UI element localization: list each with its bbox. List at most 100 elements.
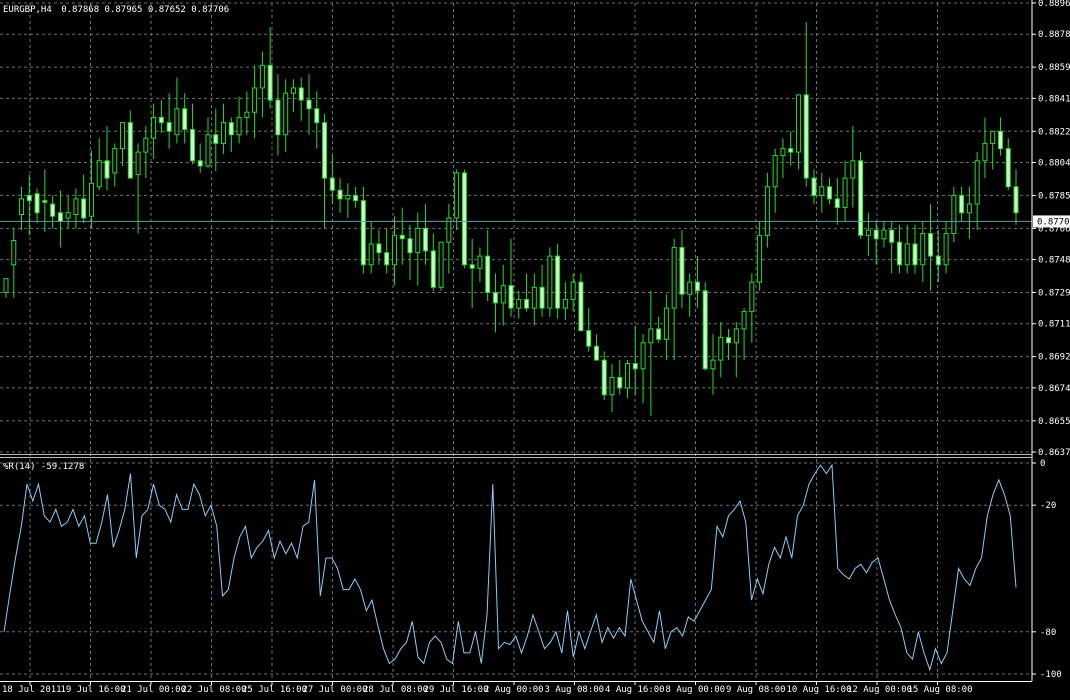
- candle-bull: [757, 234, 763, 283]
- candle-bull: [345, 194, 351, 200]
- time-tick-label: 9 Aug 08:00: [726, 685, 786, 695]
- time-tick-label: 29 Jul 16:00: [424, 685, 489, 695]
- time-tick-label: 2 Aug 00:00: [484, 685, 544, 695]
- time-tick-label: 18 Jul 2011: [2, 685, 62, 695]
- candle-bull: [283, 92, 289, 136]
- candle-bull: [819, 186, 825, 196]
- candle-bull: [438, 241, 444, 288]
- candle-bull: [966, 203, 972, 214]
- candle-bear: [834, 198, 840, 209]
- candle-bull: [151, 116, 157, 139]
- candle-bear: [267, 64, 273, 101]
- candle-bull: [73, 198, 79, 215]
- candle-bear: [586, 330, 592, 347]
- candle-bear: [461, 172, 467, 266]
- candle-bull: [625, 363, 631, 389]
- candle-bull: [749, 281, 755, 313]
- candle-bull: [205, 134, 211, 167]
- candle-bear: [104, 160, 110, 179]
- candle-bull: [772, 155, 778, 188]
- candle-bear: [384, 252, 390, 266]
- candle-bear: [42, 200, 48, 203]
- candle-bear: [578, 281, 584, 332]
- candle-bull: [252, 87, 258, 113]
- candle-bear: [353, 194, 359, 202]
- candle-bear: [928, 233, 934, 257]
- time-tick-label: 3 Aug 08:00: [545, 685, 605, 695]
- candle-bear: [601, 359, 607, 396]
- candle-bear: [726, 337, 732, 344]
- candle-bear: [360, 200, 366, 266]
- candle-bull: [3, 278, 9, 294]
- price-tick-label: 0.8711: [1038, 320, 1070, 330]
- time-tick-label: 10 Aug 16:00: [787, 685, 852, 695]
- candle-bull: [500, 285, 506, 304]
- candle-bull: [531, 286, 537, 309]
- candle-bear: [803, 94, 809, 179]
- price-tick-label: 0.8655: [1038, 417, 1070, 427]
- candle-bull: [135, 151, 141, 176]
- candle-bull: [112, 148, 118, 174]
- candle-bull: [391, 234, 397, 266]
- candle-bear: [182, 108, 188, 131]
- candle-bull: [174, 108, 180, 136]
- price-tick-label: 0.8748: [1038, 256, 1070, 266]
- price-tick-label: 0.8637: [1038, 448, 1070, 458]
- time-tick-label: 8 Aug 00:00: [666, 685, 726, 695]
- candle-bear: [275, 99, 281, 136]
- candle-bull: [795, 94, 801, 153]
- candle-bear: [889, 229, 895, 243]
- candle-bear: [873, 229, 879, 240]
- candle-bear: [81, 198, 87, 219]
- indicator-label: %R(14) -59.1278: [3, 462, 84, 472]
- candle-bear: [26, 194, 32, 202]
- time-tick-label: 19 Jul 16:00: [61, 685, 126, 695]
- candle-bull: [88, 182, 94, 217]
- candle-bull: [454, 172, 460, 219]
- chart-canvas[interactable]: 0.8896 0.8878 0.8859 0.8841 0.8822 0.8804 0.87…: [0, 0, 1070, 696]
- candle-bull: [516, 298, 522, 309]
- time-tick-label: 27 Jul 00:00: [303, 685, 368, 695]
- price-tick-label: 0.8692: [1038, 353, 1070, 363]
- mt4-chart[interactable]: 0.8896 0.8878 0.8859 0.8841 0.8822 0.8804 0.87…: [0, 0, 1070, 696]
- price-tick-label: 0.8878: [1038, 30, 1070, 40]
- wpr-tick-label: -100: [1040, 670, 1062, 680]
- candle-bear: [679, 246, 685, 295]
- candle-bear: [788, 148, 794, 153]
- candle-bull: [244, 111, 250, 118]
- candle-bull: [477, 255, 483, 269]
- candle-bear: [896, 241, 902, 266]
- candle-bull: [547, 255, 553, 309]
- candle-bear: [935, 255, 941, 266]
- price-tick-label: 0.8822: [1038, 127, 1070, 137]
- candle-bull: [710, 359, 716, 370]
- candle-bear: [314, 108, 320, 124]
- candle-bear: [593, 345, 599, 361]
- candle-bull: [718, 337, 724, 361]
- candle-bear: [322, 122, 328, 179]
- candle-bear: [298, 87, 304, 101]
- price-tick-label: 0.8859: [1038, 63, 1070, 73]
- candle-bear: [127, 122, 133, 179]
- candle-bull: [120, 122, 126, 150]
- symbol-header: EURGBP,H4 0.87868 0.87965 0.87652 0.8770…: [3, 5, 229, 15]
- candle-bull: [143, 137, 149, 153]
- candle-bear: [555, 255, 561, 309]
- price-tick-label: 0.8674: [1038, 384, 1070, 394]
- candle-bull: [221, 122, 227, 144]
- price-tick-label: 0.8896: [1038, 0, 1070, 9]
- current-price-label: 0.8770: [1037, 217, 1070, 227]
- candle-bear: [694, 281, 700, 292]
- candle-bull: [842, 177, 848, 209]
- candle-bear: [376, 243, 382, 254]
- time-tick-label: 21 Jul 00:00: [121, 685, 186, 695]
- candle-bear: [57, 212, 63, 222]
- candle-bull: [990, 130, 996, 144]
- candle-bear: [197, 160, 203, 167]
- candle-bull: [11, 240, 17, 266]
- candle-bull: [974, 160, 980, 205]
- candle-bear: [306, 99, 312, 110]
- candle-bull: [96, 160, 102, 188]
- candle-bear: [399, 234, 405, 240]
- ohlc-values: 0.87868 0.87965 0.87652 0.87706: [61, 5, 229, 15]
